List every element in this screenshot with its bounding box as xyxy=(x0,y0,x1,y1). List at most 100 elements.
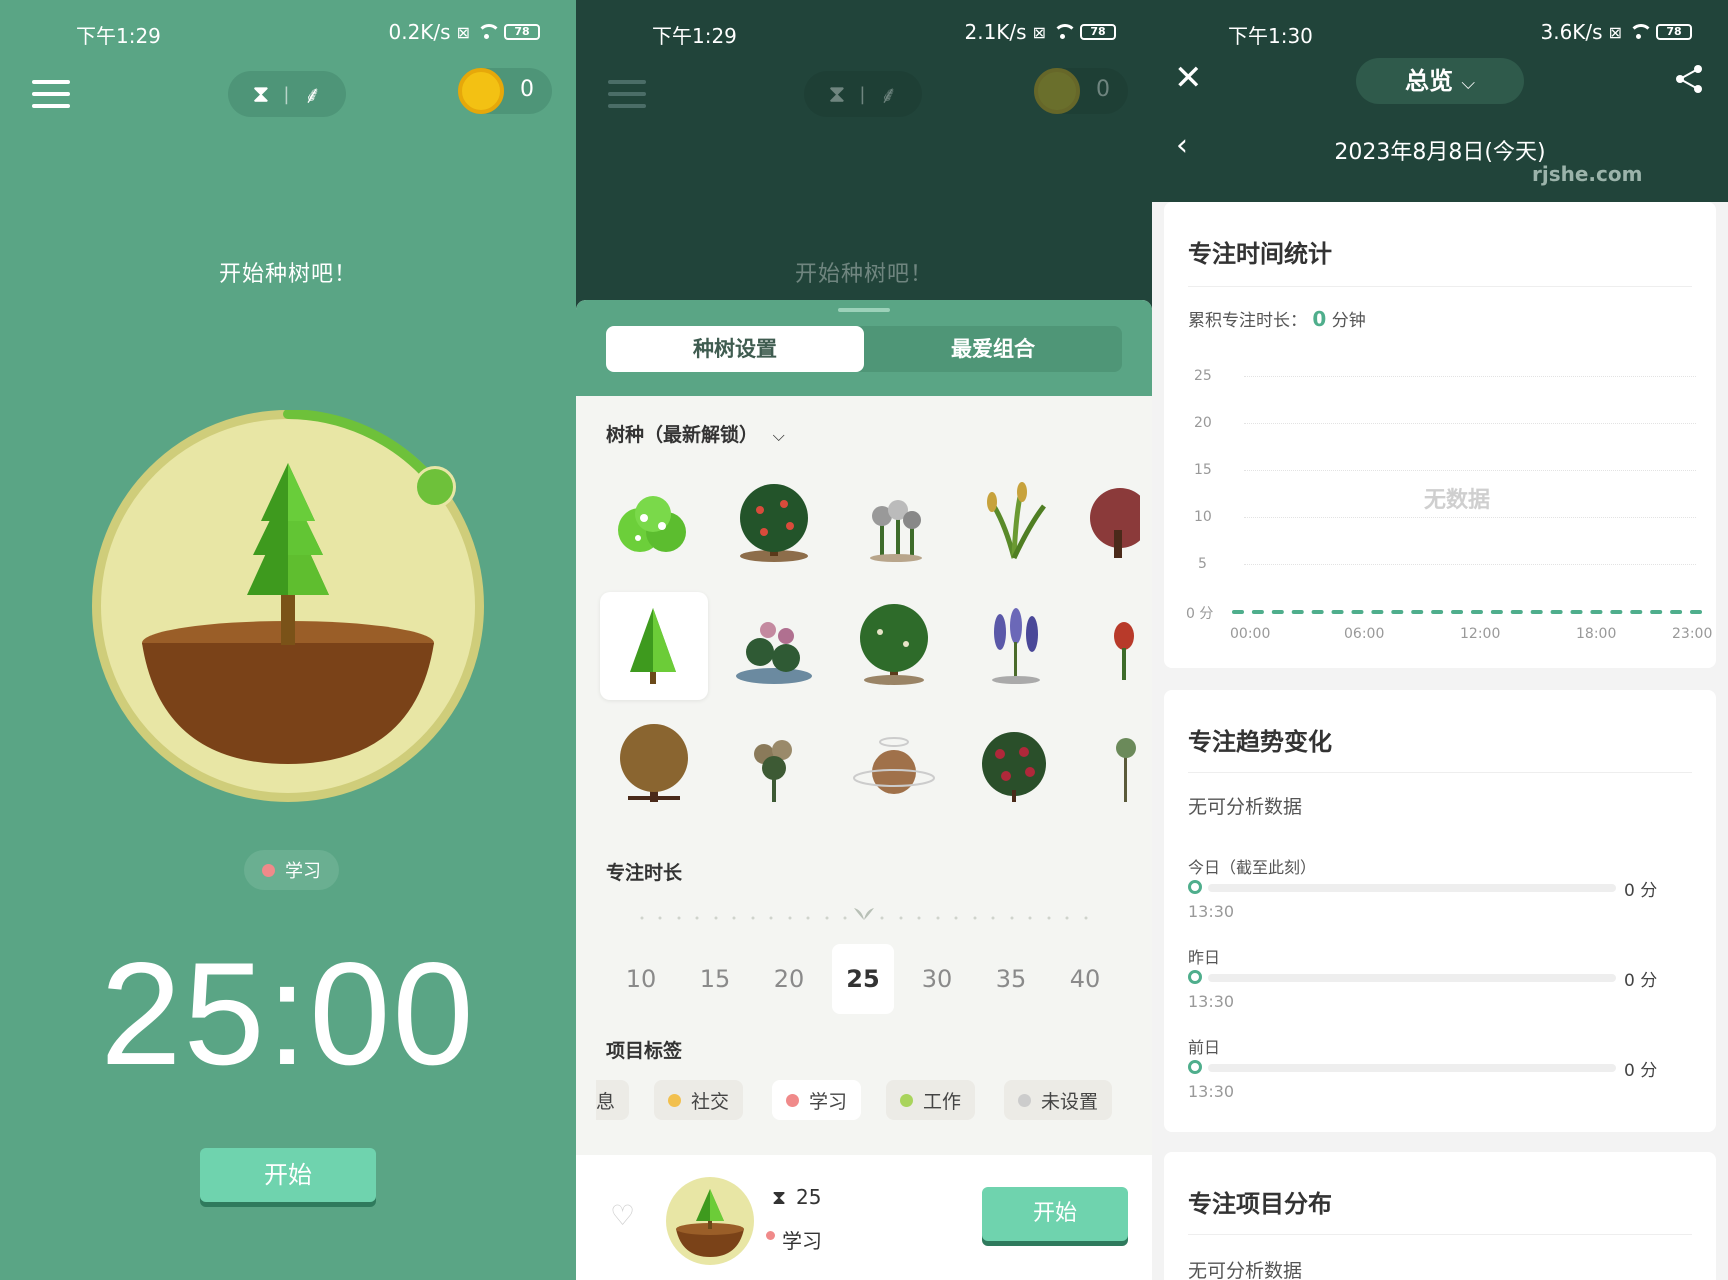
bar-09 xyxy=(1411,610,1424,614)
bar-08 xyxy=(1391,610,1404,614)
hourglass-icon[interactable]: ⧗ xyxy=(253,80,270,108)
timer-dial[interactable] xyxy=(92,410,484,802)
trend-progress-bar xyxy=(1208,884,1616,892)
sprout-icon[interactable]: ⸙ xyxy=(303,78,321,111)
tree-option-pine-selected[interactable] xyxy=(600,592,708,700)
coin-icon xyxy=(458,68,504,114)
bar-11 xyxy=(1451,610,1464,614)
duration-option-15[interactable]: 15 xyxy=(684,944,746,1014)
x-tick-label: 06:00 xyxy=(1344,626,1385,642)
sim-icon: ⊠ xyxy=(456,22,470,42)
wifi-icon xyxy=(1628,24,1653,40)
duration-option-20[interactable]: 20 xyxy=(758,944,820,1014)
tag-color-dot xyxy=(262,863,275,877)
species-title: 树种（最新解锁） xyxy=(606,424,759,446)
sprout-icon[interactable]: ⸙ xyxy=(879,78,897,111)
lavender-icon xyxy=(992,608,1040,684)
heart-icon[interactable]: ♡ xyxy=(610,1199,635,1232)
tree-option-autumn[interactable] xyxy=(600,714,708,822)
tag-chip-social[interactable]: 社交 xyxy=(654,1080,744,1120)
angel-bush-icon xyxy=(853,737,935,794)
duration-option-35[interactable]: 35 xyxy=(980,944,1042,1014)
trend-progress-bar xyxy=(1208,1064,1616,1072)
mode-switcher[interactable]: ⧗ | ⸙ xyxy=(804,71,922,117)
tag-chip-study-selected[interactable]: 学习 xyxy=(772,1080,862,1120)
tree-option-lavender[interactable] xyxy=(960,592,1068,700)
bar-19 xyxy=(1610,610,1623,614)
total-focus-value: 0 xyxy=(1312,307,1327,331)
coin-balance[interactable]: 0 xyxy=(458,68,552,114)
sapling-icon xyxy=(1116,738,1136,802)
tag-chip-work[interactable]: 工作 xyxy=(886,1080,976,1120)
coin-balance[interactable]: 0 xyxy=(1034,68,1128,114)
start-button[interactable]: 开始 xyxy=(982,1187,1128,1241)
focus-trend-card: 专注趋势变化 无可分析数据 今日（截至此刻） 0 分 13:30 昨日 0 分 … xyxy=(1164,690,1716,1132)
menu-button[interactable] xyxy=(32,80,72,112)
bar-series xyxy=(1232,610,1702,614)
tag-chip-partial[interactable]: 息 xyxy=(596,1080,630,1120)
card-title: 专注项目分布 xyxy=(1188,1190,1332,1218)
tree-option-lotus[interactable] xyxy=(720,592,828,700)
selected-tree-preview xyxy=(666,1177,754,1265)
duration-option-40[interactable]: 40 xyxy=(1054,944,1116,1014)
trend-row-label: 前日 xyxy=(1188,1038,1221,1057)
card-title: 专注时间统计 xyxy=(1188,240,1332,268)
duration-option-30[interactable]: 30 xyxy=(906,944,968,1014)
tree-option-bush[interactable] xyxy=(600,470,708,578)
settings-sheet: 种树设置 最爱组合 树种（最新解锁） ⌵ 专注时长 10 15 20 25 30… xyxy=(576,300,1152,1280)
tree-option-roses[interactable] xyxy=(720,714,828,822)
trend-row-label: 今日（截至此刻） xyxy=(1188,858,1317,877)
tag-chip-unset[interactable]: 未设置 xyxy=(1004,1080,1113,1120)
watermark: rjshe.com xyxy=(1532,162,1643,186)
tag-label: 社交 xyxy=(691,1090,730,1113)
summary-tag: 学习 xyxy=(782,1229,822,1253)
tree-option-oak[interactable] xyxy=(840,592,948,700)
share-icon[interactable] xyxy=(1674,64,1704,94)
network-speed: 0.2K/s xyxy=(388,20,451,44)
hourglass-icon[interactable]: ⧗ xyxy=(829,80,846,108)
tulip-icon xyxy=(1114,622,1134,680)
tree-option-partial[interactable] xyxy=(1080,592,1140,700)
tree-option-partial[interactable] xyxy=(1080,714,1140,822)
tree-option-grass[interactable] xyxy=(960,470,1068,578)
species-dropdown[interactable]: 树种（最新解锁） ⌵ xyxy=(606,420,785,447)
tag-color-dot xyxy=(766,1231,775,1240)
duration-option-25-selected[interactable]: 25 xyxy=(832,944,894,1014)
mode-switcher[interactable]: ⧗ | ⸙ xyxy=(228,71,346,117)
duration-slider-track[interactable] xyxy=(576,888,1152,928)
bar-02 xyxy=(1271,610,1284,614)
rosebush-icon xyxy=(982,732,1046,802)
bar-20 xyxy=(1630,610,1643,614)
tag-label: 息 xyxy=(596,1090,616,1113)
close-icon[interactable]: ✕ xyxy=(1174,58,1203,98)
trend-row-time: 13:30 xyxy=(1188,1082,1235,1101)
status-time: 下午1:29 xyxy=(76,24,161,48)
bar-05 xyxy=(1331,610,1344,614)
trend-row-label: 昨日 xyxy=(1188,948,1221,967)
tag-color-dot xyxy=(786,1093,799,1107)
wifi-icon xyxy=(476,24,501,40)
start-button[interactable]: 开始 xyxy=(200,1148,376,1202)
stats-header: 下午1:30 3.6K/s ⊠ 78 ✕ 总览 ⌵ ‹ 2023年8月8日(今天… xyxy=(1152,0,1728,202)
tree-option-fruit-tree[interactable] xyxy=(720,470,828,578)
roses-icon xyxy=(754,740,792,802)
tree-option-rosebush[interactable] xyxy=(960,714,1068,822)
status-bar: 下午1:29 0.2K/s ⊠ 78 xyxy=(0,16,576,48)
drag-handle[interactable] xyxy=(838,308,890,312)
bar-18 xyxy=(1590,610,1603,614)
view-dropdown-label: 总览 xyxy=(1404,67,1453,95)
duration-option-10[interactable]: 10 xyxy=(610,944,672,1014)
tag-selector[interactable]: 学习 xyxy=(244,850,339,890)
progress-marker xyxy=(1188,1060,1202,1074)
tree-option-angel[interactable] xyxy=(840,714,948,822)
tab-tree-settings[interactable]: 种树设置 xyxy=(606,326,864,372)
tree-option-partial[interactable] xyxy=(1080,470,1150,578)
view-dropdown[interactable]: 总览 ⌵ xyxy=(1356,58,1524,104)
menu-button[interactable] xyxy=(608,80,648,112)
focus-time-card: 专注时间统计 累积专注时长： 0 分钟 25 20 15 10 5 0 分 无数… xyxy=(1164,202,1716,668)
bar-15 xyxy=(1530,610,1543,614)
status-time: 下午1:30 xyxy=(1228,24,1313,48)
bar-10 xyxy=(1431,610,1444,614)
tree-option-flowers[interactable] xyxy=(840,470,948,578)
tab-favorites[interactable]: 最爱组合 xyxy=(864,326,1122,372)
